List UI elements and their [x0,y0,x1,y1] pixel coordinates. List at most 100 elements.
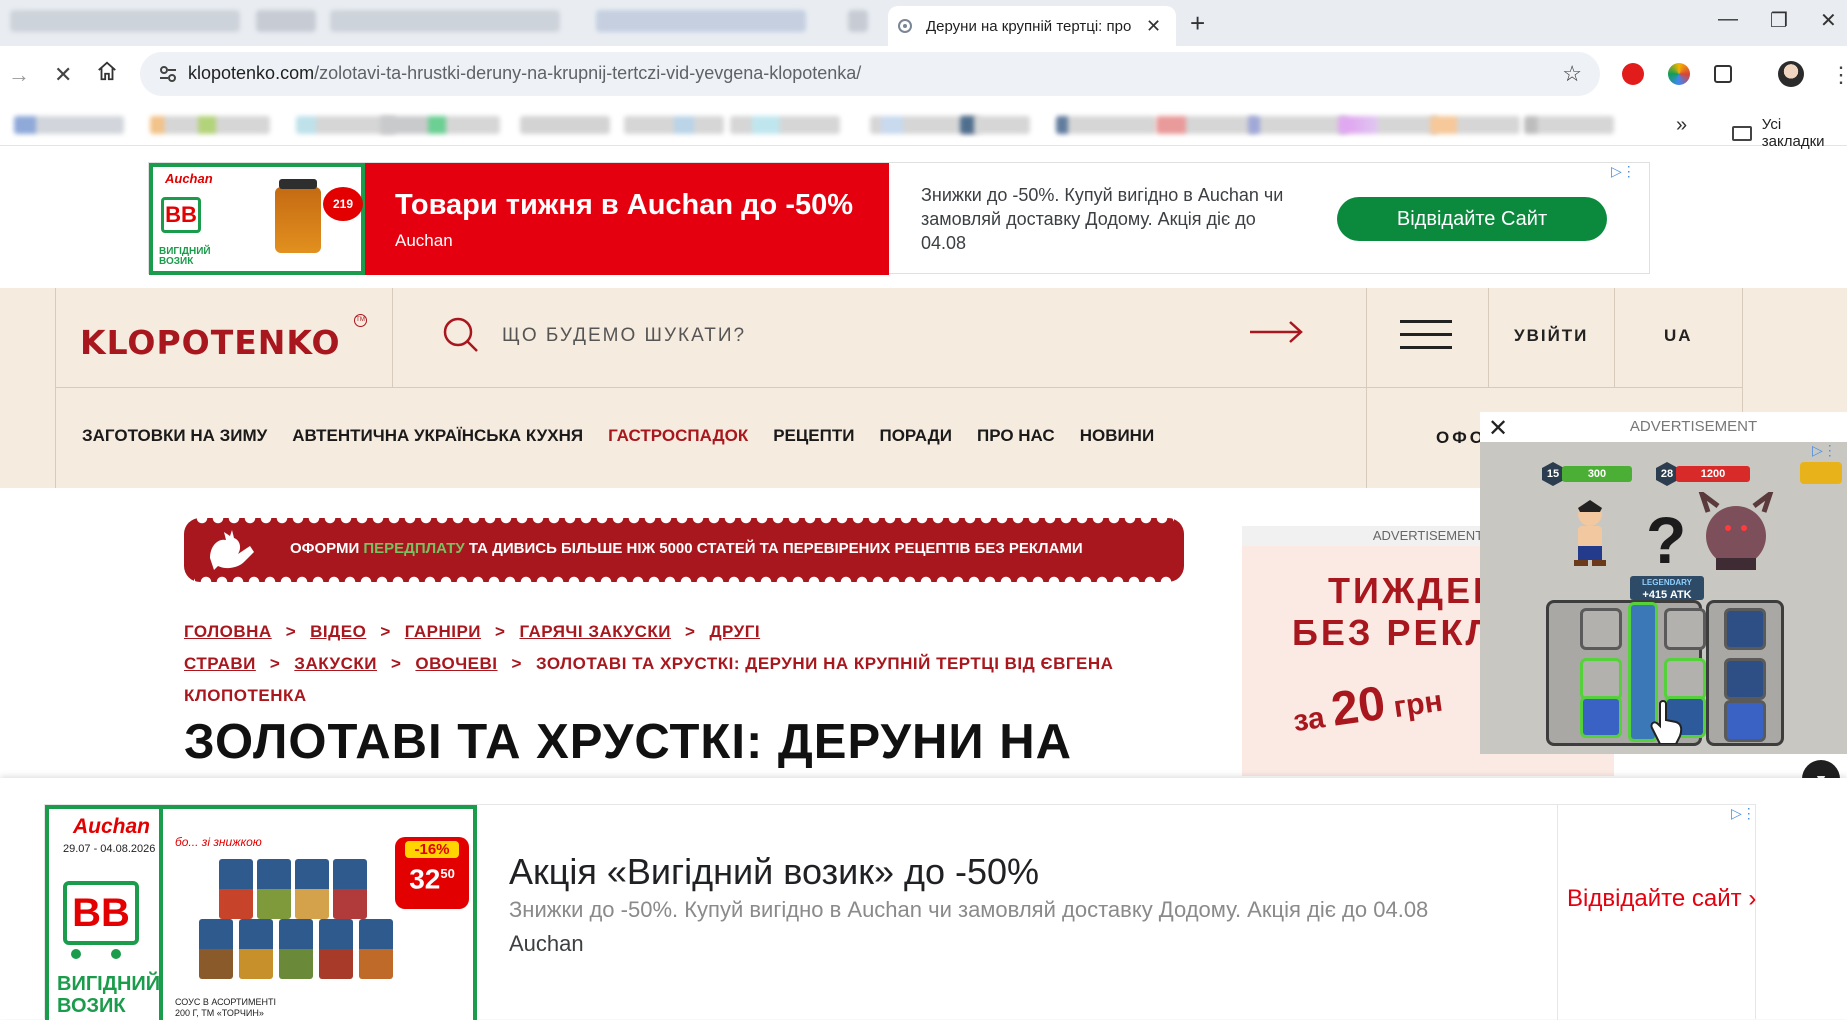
floating-ad-label: ADVERTISEMENT [1629,418,1758,435]
breadcrumb-item-snacks[interactable]: ЗАКУСКИ [294,654,377,673]
side-ad-price: за 20 грн [1291,676,1445,739]
auchan-logo: Auchan [73,815,151,838]
breadcrumb-item-vegetable[interactable]: ОВОЧЕВІ [415,654,497,673]
sauce-pack-icon [295,859,329,919]
game-ad-creative[interactable]: ▷⋮ 15 300 28 1200 ? LEGENDARY +415 ATK [1480,442,1847,754]
subscribe-nav-link[interactable]: ОФО [1436,428,1486,448]
bookmark-item[interactable] [1056,116,1156,134]
bookmark-item[interactable] [624,116,724,134]
all-bookmarks-button[interactable]: Усі закладки [1732,116,1847,150]
divider [55,387,1743,388]
address-bar[interactable]: klopotenko.com/zolotavi-ta-hrustki-derun… [140,52,1600,96]
blurred-tab[interactable] [256,10,316,32]
bookmark-item[interactable] [1338,116,1438,134]
bottom-anchor-ad[interactable]: Auchan 29.07 - 04.08.2026 BB ВИГІДНИЙ ВОЗ… [0,778,1847,1020]
bookmark-star-icon[interactable]: ☆ [1562,61,1582,87]
nav-item-preserves[interactable]: ЗАГОТОВКИ НА ЗИМУ [82,426,267,446]
bookmark-item[interactable] [1156,116,1256,134]
forward-icon[interactable]: → [8,62,30,88]
sauce-pack-icon [333,859,367,919]
new-tab-icon[interactable]: + [1190,8,1205,39]
close-window-icon[interactable]: ✕ [1820,8,1837,33]
bookmark-item[interactable] [380,116,500,134]
active-tab[interactable]: Деруни на крупній тертці: про ✕ [888,6,1176,46]
nav-item-tips[interactable]: ПОРАДИ [879,426,952,446]
search-input[interactable] [502,322,1022,350]
bookmark-item[interactable] [960,116,1030,134]
potion-slot[interactable] [1724,700,1766,742]
url-text: klopotenko.com/zolotavi-ta-hrustki-derun… [188,63,862,83]
ad-description: Знижки до -50%. Купуй вигідно в Auchan ч… [921,185,1284,253]
game-logo-icon [1800,462,1842,484]
breadcrumb-item-hot-snacks[interactable]: ГАРЯЧІ ЗАКУСКИ [519,622,671,641]
login-button[interactable]: УВІЙТИ [1514,326,1588,346]
breadcrumb-item-video[interactable]: ВІДЕО [310,622,366,641]
stop-loading-icon[interactable]: ✕ [54,62,72,88]
language-switch[interactable]: UA [1664,326,1693,346]
ad-headline-block[interactable]: Товари тижня в Auchan до -50% Auchan [365,163,889,275]
nav-item-about[interactable]: ПРО НАС [977,426,1055,446]
breadcrumb-item-sides[interactable]: ГАРНІРИ [405,622,481,641]
sauce-pack-icon [199,919,233,979]
bookmark-item[interactable] [1524,116,1614,134]
enemy-hp-bar: 1200 [1676,466,1750,482]
breadcrumb-item-home[interactable]: ГОЛОВНА [184,622,272,641]
color-extension-icon[interactable] [1668,63,1690,85]
inventory-slot[interactable] [1664,608,1706,650]
close-tab-icon[interactable]: ✕ [1146,16,1161,37]
inventory-slot[interactable] [1580,608,1622,650]
bookmarks-bar: » Усі закладки [0,106,1847,150]
blurred-tab[interactable] [10,10,240,32]
site-logo[interactable]: KLOPOTENKO [80,323,341,362]
bookmark-item[interactable] [14,116,124,134]
site-info-icon[interactable] [158,64,178,84]
bottom-ad-card[interactable]: Auchan 29.07 - 04.08.2026 BB ВИГІДНИЙ ВОЗ… [44,804,1756,1020]
nav-item-gastro-heritage[interactable]: ГАСТРОСПАДОК [608,426,748,446]
active-tab-title: Деруни на крупній тертці: про [926,17,1132,35]
blurred-tab[interactable] [330,10,560,32]
bottom-ad-headline[interactable]: Акція «Вигідний возик» до -50% [509,851,1039,893]
nav-item-ukrainian-cuisine[interactable]: АВТЕНТИЧНА УКРАЇНСЬКА КУХНЯ [292,426,583,446]
bookmark-item[interactable] [1430,116,1520,134]
inventory-slot[interactable] [1580,658,1622,700]
auchan-logo: Auchan [165,171,213,186]
bookmark-item[interactable] [1248,116,1348,134]
cart-wheels-icon [71,949,81,959]
blurred-tab[interactable] [596,10,806,32]
subscription-promo-banner[interactable]: ОФОРМИ ПЕРЕДПЛАТУ ТА ДИВИСЬ БІЛЬШЕ НІЖ 5… [184,518,1184,582]
sauce-pack-icon [219,859,253,919]
visit-site-button[interactable]: Відвідайте Сайт [1337,197,1607,241]
seo-extension-icon[interactable] [1622,63,1644,85]
bookmark-item[interactable] [730,116,840,134]
potion-slot[interactable] [1580,696,1622,738]
nav-item-recipes[interactable]: РЕЦЕПТИ [773,426,854,446]
browser-menu-icon[interactable]: ⋮ [1830,62,1847,88]
product-jar-icon [275,179,321,253]
adchoices-icon[interactable]: ▷⋮ [1611,163,1636,180]
extensions-puzzle-icon[interactable] [1714,65,1732,83]
inventory-slot[interactable] [1664,658,1706,700]
top-banner-ad[interactable]: Auchan BB ВИГІДНИЙ ВОЗИК 219 Товари тижн… [148,162,1650,275]
browser-toolbar: → ✕ klopotenko.com/zolotavi-ta-hrustki-d… [0,46,1847,106]
profile-avatar[interactable] [1778,61,1804,87]
legendary-atk-badge: LEGENDARY +415 ATK [1630,576,1704,601]
main-navigation: ЗАГОТОВКИ НА ЗИМУ АВТЕНТИЧНА УКРАЇНСЬКА … [82,426,1179,446]
visit-site-link[interactable]: Відвідайте сайт › [1567,885,1756,913]
submit-arrow-icon[interactable] [1250,318,1304,346]
floating-video-ad[interactable]: ✕ ADVERTISEMENT ▷⋮ 15 300 28 1200 ? LEGE… [1480,412,1847,754]
home-icon[interactable] [96,60,118,88]
search-icon[interactable] [442,316,480,354]
armor-slot[interactable] [1724,608,1766,650]
more-bookmarks-icon[interactable]: » [1676,114,1687,137]
blurred-tab[interactable] [848,10,868,32]
bookmark-item[interactable] [150,116,270,134]
hamburger-menu-icon[interactable] [1400,320,1452,350]
nav-item-news[interactable]: НОВИНИ [1080,426,1155,446]
adchoices-icon[interactable]: ▷⋮ [1731,805,1756,822]
adchoices-icon[interactable]: ▷⋮ [1812,442,1837,459]
browser-tab-bar: Деруни на крупній тертці: про ✕ + — ❐ ✕ [0,0,1847,46]
minimize-icon[interactable]: — [1718,8,1738,31]
gloves-slot[interactable] [1724,658,1766,700]
bookmark-item[interactable] [520,116,610,134]
maximize-icon[interactable]: ❐ [1770,8,1788,33]
